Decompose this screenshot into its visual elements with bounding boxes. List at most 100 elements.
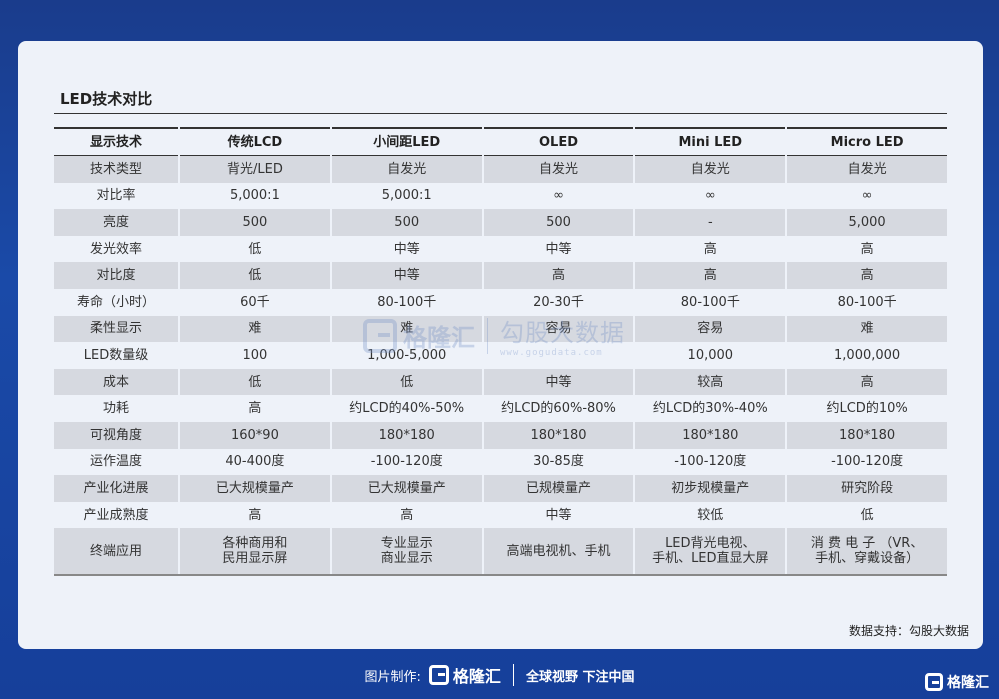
table-row: 柔性显示难难容易 容易难 <box>54 315 947 343</box>
row-label: 对比率 <box>54 182 181 210</box>
row-label: 终端应用 <box>54 528 181 577</box>
footer-slogan: 全球视野 下注中国 <box>525 669 635 685</box>
row-label: 对比度 <box>54 262 181 289</box>
table-cell: 5,000:1 <box>330 182 484 210</box>
table-cell: 180*180 <box>634 421 788 449</box>
table-cell: 初步规模量产 <box>634 475 788 502</box>
gelonghui-logo-icon <box>428 665 449 685</box>
column-header: 传统LCD <box>179 127 332 156</box>
table-row: 亮度 500 500 500-5,000 <box>54 209 947 236</box>
row-label: 产业成熟度 <box>54 501 181 529</box>
table-row: 发光效率低中等 中等高高 <box>54 235 947 263</box>
table-cell: 低 <box>179 262 332 289</box>
table-cell: 中等 <box>482 235 636 263</box>
table-row: 技术类型 背光/LED 自发光 自发光 自发光 自发光 <box>54 155 947 183</box>
table-cell: 背光/LED <box>179 155 332 183</box>
row-label: 产业化进展 <box>54 475 181 502</box>
table-cell: 低 <box>786 501 947 529</box>
table-row: LED数量级 100 1,000-5,000 10,000 1,000,000 <box>54 342 947 369</box>
table-cell: 180*180 <box>482 421 636 449</box>
table-cell: 高端电视机、手机 <box>482 528 636 577</box>
table-cell: 容易 <box>482 315 636 343</box>
row-label: 柔性显示 <box>54 315 181 343</box>
table-row: 成本低低中等 较高高 <box>54 368 947 396</box>
table-cell <box>482 342 636 369</box>
table-cell: 80-100千 <box>634 288 788 316</box>
table-cell: 低 <box>179 235 332 263</box>
table-cell: 已大规模量产 <box>179 475 332 502</box>
table-cell: 约LCD的30%-40% <box>634 395 788 422</box>
column-header: Mini LED <box>634 127 788 156</box>
table-cell: 研究阶段 <box>786 475 947 502</box>
table-cell: 已规模量产 <box>482 475 636 502</box>
table-cell: 高 <box>786 262 947 289</box>
table-cell: 自发光 <box>330 155 484 183</box>
table-cell: 低 <box>179 368 332 396</box>
table-cell: 80-100千 <box>330 288 484 316</box>
row-label: 技术类型 <box>54 155 181 183</box>
table-cell: 5,000:1 <box>179 182 332 210</box>
row-label: 可视角度 <box>54 421 181 449</box>
content-card: LED技术对比 显示技术 传统LCD 小间距LED OLED Mini LED … <box>18 41 983 649</box>
table-cell: ∞ <box>634 182 788 210</box>
table-cell: 180*180 <box>786 421 947 449</box>
row-label: 功耗 <box>54 395 181 422</box>
table-row: 产业成熟度高高中等 较低低 <box>54 501 947 529</box>
led-comparison-table: 显示技术 传统LCD 小间距LED OLED Mini LED Micro LE… <box>54 127 947 577</box>
row-label: 发光效率 <box>54 235 181 263</box>
row-label: 成本 <box>54 368 181 396</box>
table-cell: 80-100千 <box>786 288 947 316</box>
table-cell: 180*180 <box>330 421 484 449</box>
table-cell: -100-120度 <box>634 448 788 476</box>
data-source: 数据支持：勾股大数据 <box>848 624 969 638</box>
table-cell: 1,000,000 <box>786 342 947 369</box>
row-label: 亮度 <box>54 209 181 236</box>
table-cell: 500 <box>330 209 484 236</box>
table-cell: 500 <box>179 209 332 236</box>
table-cell: 约LCD的60%-80% <box>482 395 636 422</box>
table-cell: 中等 <box>330 235 484 263</box>
table-cell: 自发光 <box>786 155 947 183</box>
table-cell: -100-120度 <box>786 448 947 476</box>
table-cell: 约LCD的40%-50% <box>330 395 484 422</box>
table-cell: 专业显示 商业显示 <box>330 528 484 577</box>
table-cell: 高 <box>330 501 484 529</box>
table-cell: 中等 <box>330 262 484 289</box>
table-cell: 30-85度 <box>482 448 636 476</box>
table-row: 对比率 5,000:1 5,000:1 ∞ ∞ ∞ <box>54 182 947 210</box>
table-cell: - <box>634 209 788 236</box>
table-row: 终端应用 各种商用和 民用显示屏 专业显示 商业显示 高端电视机、手机 LED背光电… <box>54 528 947 577</box>
table-header-row: 显示技术 传统LCD 小间距LED OLED Mini LED Micro LE… <box>54 127 947 156</box>
column-header: 显示技术 <box>54 127 181 156</box>
corner-brand: 格隆汇 <box>925 672 989 692</box>
table-cell: 高 <box>179 501 332 529</box>
table-cell: 已大规模量产 <box>330 475 484 502</box>
column-header: Micro LED <box>786 127 947 156</box>
table-row: 功耗高约LCD的40%-50% 约LCD的60%-80% 约LCD的30%-40% 约… <box>54 395 947 422</box>
table-cell: 难 <box>179 315 332 343</box>
table-cell: ∞ <box>786 182 947 210</box>
table-cell: 中等 <box>482 368 636 396</box>
table-cell: 自发光 <box>482 155 636 183</box>
table-cell: 高 <box>786 235 947 263</box>
table-cell: 60千 <box>179 288 332 316</box>
table-cell: -100-120度 <box>330 448 484 476</box>
table-cell: 高 <box>482 262 636 289</box>
row-label: 寿命（小时） <box>54 288 181 316</box>
made-by-label: 图片制作: <box>364 669 421 685</box>
table-cell: 500 <box>482 209 636 236</box>
table-row: 可视角度 160*90 180*180 180*180 180*180 180*180 <box>54 421 947 449</box>
table-cell: 约LCD的10% <box>786 395 947 422</box>
table-cell: 160*90 <box>179 421 332 449</box>
column-header: OLED <box>482 127 636 156</box>
table-cell: 40-400度 <box>179 448 332 476</box>
table-cell: 10,000 <box>634 342 788 369</box>
table-cell: 自发光 <box>634 155 788 183</box>
table-cell: 高 <box>634 235 788 263</box>
table-cell: LED背光电视、 手机、LED直显大屏 <box>634 528 788 577</box>
table-cell: 20-30千 <box>482 288 636 316</box>
table-cell: 100 <box>179 342 332 369</box>
gelonghui-logo-icon <box>925 673 943 691</box>
table-cell: 5,000 <box>786 209 947 236</box>
table-cell: ∞ <box>482 182 636 210</box>
